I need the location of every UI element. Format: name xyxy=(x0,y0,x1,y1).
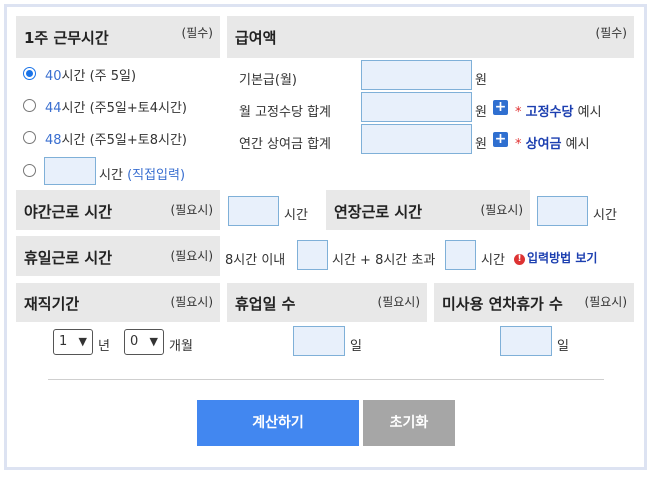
work-hours-header: 1주 근무시간 (필수) xyxy=(16,16,220,58)
info-icon: ! xyxy=(514,254,525,265)
hours-custom-radio[interactable] xyxy=(23,164,36,177)
unused-leave-header: 미사용 연차휴가 수 (필요시) xyxy=(434,283,634,322)
unused-leave-required: (필요시) xyxy=(584,295,627,309)
holiday-within-label: 8시간 이내 xyxy=(225,253,286,268)
tenure-months-select[interactable]: 0 ▼ xyxy=(124,329,164,355)
night-work-unit: 시간 xyxy=(284,208,308,223)
hours-48-radio[interactable] xyxy=(23,131,36,144)
fixed-allowance-example[interactable]: * 고정수당 예시 xyxy=(515,101,602,120)
hours-custom-label: 시간 (직접입력) xyxy=(99,168,186,183)
unused-leave-title: 미사용 연차휴가 수 xyxy=(442,295,563,313)
annual-bonus-input[interactable] xyxy=(361,124,472,154)
tenure-title: 재직기간 xyxy=(24,295,80,313)
divider xyxy=(48,379,604,380)
base-salary-label: 기본급(월) xyxy=(239,73,297,88)
calculator-panel: 1주 근무시간 (필수) 급여액 (필수) 40시간 (주 5일) 44시간 (… xyxy=(4,4,647,470)
fixed-allowance-label: 월 고정수당 합계 xyxy=(239,105,331,120)
annual-bonus-unit: 원 xyxy=(475,137,487,152)
fixed-allowance-plus-icon[interactable]: + xyxy=(493,100,508,115)
hours-40-label: 40시간 (주 5일) xyxy=(45,69,137,84)
night-work-header: 야간근로 시간 (필요시) xyxy=(16,190,220,230)
holiday-work-header: 휴일근로 시간 (필요시) xyxy=(16,236,220,276)
hours-44-radio[interactable] xyxy=(23,99,36,112)
unused-leave-unit: 일 xyxy=(557,339,569,354)
tenure-years-unit: 년 xyxy=(98,339,110,354)
overtime-input[interactable] xyxy=(537,196,588,226)
chevron-down-icon: ▼ xyxy=(78,335,87,348)
holiday-work-required: (필요시) xyxy=(170,249,213,263)
input-help-link[interactable]: ! 입력방법 보기 xyxy=(514,249,597,266)
fixed-allowance-unit: 원 xyxy=(475,105,487,120)
night-work-input[interactable] xyxy=(228,196,279,226)
overtime-unit: 시간 xyxy=(593,208,617,223)
tenure-header: 재직기간 (필요시) xyxy=(16,283,220,322)
salary-title: 급여액 xyxy=(235,29,277,47)
reset-button[interactable]: 초기화 xyxy=(363,400,455,446)
tenure-required: (필요시) xyxy=(170,295,213,309)
hours-40-radio[interactable] xyxy=(23,67,36,80)
base-salary-unit: 원 xyxy=(475,73,487,88)
leave-days-unit: 일 xyxy=(350,339,362,354)
hours-48-label: 48시간 (주5일+토8시간) xyxy=(45,133,187,148)
tenure-years-select[interactable]: 1 ▼ xyxy=(53,329,93,355)
annual-bonus-label: 연간 상여금 합계 xyxy=(239,137,331,152)
overtime-header: 연장근로 시간 (필요시) xyxy=(326,190,530,230)
holiday-over-unit: 시간 xyxy=(481,253,505,268)
leave-days-header: 휴업일 수 (필요시) xyxy=(227,283,427,322)
night-work-title: 야간근로 시간 xyxy=(24,203,113,221)
calculate-button[interactable]: 계산하기 xyxy=(197,400,359,446)
work-hours-title: 1주 근무시간 xyxy=(24,29,109,47)
salary-header: 급여액 (필수) xyxy=(227,16,634,58)
base-salary-input[interactable] xyxy=(361,60,472,90)
holiday-within-input[interactable] xyxy=(297,240,328,270)
fixed-allowance-input[interactable] xyxy=(361,92,472,122)
tenure-months-unit: 개월 xyxy=(169,339,193,354)
leave-days-required: (필요시) xyxy=(377,295,420,309)
work-hours-required: (필수) xyxy=(181,26,213,40)
salary-required: (필수) xyxy=(595,26,627,40)
hours-44-label: 44시간 (주5일+토4시간) xyxy=(45,101,187,116)
overtime-title: 연장근로 시간 xyxy=(334,203,423,221)
hours-custom-input[interactable] xyxy=(44,157,96,185)
overtime-required: (필요시) xyxy=(480,203,523,217)
holiday-mid-label: 시간 + 8시간 초과 xyxy=(332,253,436,268)
annual-bonus-plus-icon[interactable]: + xyxy=(493,132,508,147)
annual-bonus-example[interactable]: * 상여금 예시 xyxy=(515,133,590,152)
leave-days-input[interactable] xyxy=(293,326,345,356)
chevron-down-icon: ▼ xyxy=(149,335,158,348)
unused-leave-input[interactable] xyxy=(500,326,552,356)
leave-days-title: 휴업일 수 xyxy=(235,295,296,313)
holiday-over-input[interactable] xyxy=(445,240,476,270)
holiday-work-title: 휴일근로 시간 xyxy=(24,249,113,267)
night-work-required: (필요시) xyxy=(170,203,213,217)
